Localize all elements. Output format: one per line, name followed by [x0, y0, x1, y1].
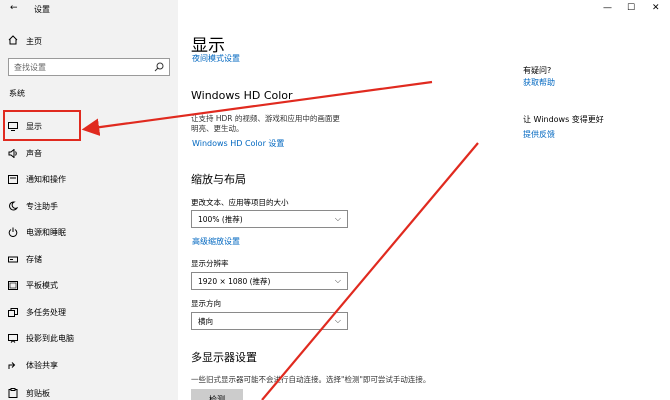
hd-color-desc-1: 让支持 HDR 的视频、游戏和应用中的画面更 — [191, 114, 340, 123]
sidebar-item-label: 体验共享 — [26, 360, 58, 370]
project-icon — [0, 333, 26, 343]
search-input[interactable]: 查找设置 — [8, 58, 170, 76]
sidebar-item-focus-assist[interactable]: 专注助手 — [0, 193, 178, 219]
orientation-select[interactable]: 横向 ⌵ — [191, 312, 348, 330]
sidebar-item-shared-experiences[interactable]: 体验共享 — [0, 352, 178, 378]
sidebar-item-power[interactable]: 电源和睡眠 — [0, 219, 178, 245]
hd-color-settings-link[interactable]: Windows HD Color 设置 — [192, 138, 284, 149]
sidebar-item-clipboard[interactable]: 剪贴板 — [0, 380, 178, 400]
sidebar-item-tablet[interactable]: 平板模式 — [0, 272, 178, 298]
detect-button[interactable]: 检测 — [191, 389, 243, 400]
resolution-value: 1920 × 1080 (推荐) — [198, 276, 271, 286]
sidebar-item-label: 多任务处理 — [26, 307, 66, 317]
tablet-icon — [0, 280, 26, 290]
moon-icon — [0, 201, 26, 211]
sidebar-item-label: 剪贴板 — [26, 388, 50, 398]
resolution-label: 显示分辨率 — [191, 259, 229, 268]
window-title: 设置 — [34, 5, 50, 14]
sidebar-item-label: 通知和操作 — [26, 174, 66, 184]
text-size-select[interactable]: 100% (推荐) ⌵ — [191, 210, 348, 228]
help-question: 有疑问? — [523, 66, 552, 75]
get-help-link[interactable]: 获取帮助 — [523, 77, 555, 88]
feedback-heading: 让 Windows 变得更好 — [523, 115, 604, 124]
section-label: 系统 — [9, 89, 25, 98]
resolution-select[interactable]: 1920 × 1080 (推荐) ⌵ — [191, 272, 348, 290]
sidebar: ← 设置 主页 查找设置 系统 显示 声音 通知和操作 专注助手 电源和睡眠 存… — [0, 0, 178, 400]
storage-icon — [0, 255, 26, 263]
orientation-value: 横向 — [198, 316, 213, 326]
sidebar-item-storage[interactable]: 存储 — [0, 246, 178, 272]
home-icon — [8, 35, 18, 47]
chevron-down-icon: ⌵ — [334, 316, 341, 325]
share-icon — [0, 361, 26, 370]
sidebar-item-label: 投影到此电脑 — [26, 333, 74, 343]
maximize-button[interactable]: ☐ — [627, 3, 635, 13]
search-icon[interactable] — [154, 62, 164, 74]
orientation-label: 显示方向 — [191, 299, 221, 308]
sidebar-item-notifications[interactable]: 通知和操作 — [0, 166, 178, 192]
sidebar-item-project[interactable]: 投影到此电脑 — [0, 325, 178, 351]
sidebar-item-multitasking[interactable]: 多任务处理 — [0, 299, 178, 325]
power-icon — [0, 227, 26, 237]
chevron-down-icon: ⌵ — [334, 214, 341, 223]
sidebar-item-label: 平板模式 — [26, 280, 58, 290]
minimize-button[interactable]: — — [603, 3, 612, 13]
back-arrow-icon[interactable]: ← — [10, 3, 18, 13]
hd-color-desc-2: 明亮、更生动。 — [191, 124, 244, 133]
notification-icon — [0, 174, 26, 184]
multi-display-desc: 一些旧式显示器可能不会进行自动连接。选择"检测"即可尝试手动连接。 — [191, 375, 431, 384]
text-size-label: 更改文本、应用等项目的大小 — [191, 198, 289, 207]
sidebar-item-label: 声音 — [26, 148, 42, 158]
chevron-down-icon: ⌵ — [334, 276, 341, 285]
main-panel: — ☐ ✕ 显示 夜间模式设置 Windows HD Color 让支持 HDR… — [178, 0, 670, 400]
multitask-icon — [0, 307, 26, 317]
sidebar-item-label: 专注助手 — [26, 201, 58, 211]
advanced-scaling-link[interactable]: 高级缩放设置 — [192, 236, 240, 247]
annotation-highlight-box — [3, 110, 81, 141]
scale-layout-heading: 缩放与布局 — [191, 173, 246, 186]
hd-color-heading: Windows HD Color — [191, 89, 293, 102]
home-label: 主页 — [26, 36, 42, 46]
close-button[interactable]: ✕ — [652, 3, 660, 13]
multi-display-heading: 多显示器设置 — [191, 351, 257, 364]
text-size-value: 100% (推荐) — [198, 214, 243, 224]
night-light-link[interactable]: 夜间模式设置 — [192, 53, 240, 64]
sidebar-item-sound[interactable]: 声音 — [0, 140, 178, 166]
search-placeholder: 查找设置 — [14, 62, 46, 72]
home-nav[interactable]: 主页 — [8, 35, 42, 47]
sidebar-item-label: 存储 — [26, 254, 42, 264]
clipboard-icon — [0, 388, 26, 398]
speaker-icon — [0, 148, 26, 158]
sidebar-item-label: 电源和睡眠 — [26, 227, 66, 237]
feedback-link[interactable]: 提供反馈 — [523, 129, 555, 140]
